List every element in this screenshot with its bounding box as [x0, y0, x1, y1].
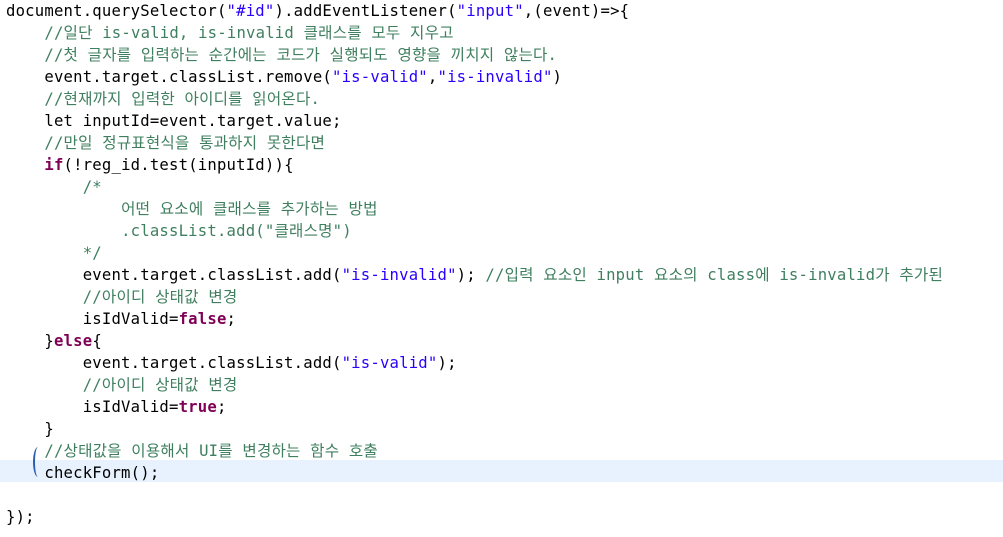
code-line[interactable]: /* [6, 176, 102, 198]
comment-token: //아이디 상태값 변경 [82, 376, 238, 394]
code-token: ).addEventListener( [274, 2, 457, 20]
keyword-token: if [44, 156, 64, 174]
code-token: ); [437, 354, 457, 372]
keyword-token: true [178, 398, 217, 416]
code-line[interactable]: //상태값을 이용해서 UI를 변경하는 함수 호출 [6, 440, 378, 462]
code-token: (!reg_id.test(inputId)){ [63, 156, 294, 174]
code-token: checkForm(); [6, 464, 160, 482]
code-line[interactable]: event.target.classList.add("is-valid"); [6, 352, 457, 374]
code-line[interactable]: .classList.add("클래스명") [6, 220, 352, 242]
code-line[interactable]: //만일 정규표현식을 통과하지 못한다면 [6, 132, 325, 154]
comment-token: //아이디 상태값 변경 [82, 288, 238, 306]
code-line[interactable]: event.target.classList.add("is-invalid")… [6, 264, 943, 286]
code-token: ) [552, 68, 563, 86]
code-token: let inputId=event.target.value; [6, 112, 342, 130]
code-token: { [92, 332, 102, 350]
string-token: "#id" [226, 2, 275, 20]
code-token: }); [6, 508, 35, 526]
code-token: document.querySelector( [6, 2, 227, 20]
code-line[interactable]: }); [6, 506, 35, 528]
keyword-token: else [53, 332, 93, 350]
string-token: "is-valid" [332, 68, 428, 86]
comment-token: //입력 요소인 input 요소의 class에 is-invalid가 추가… [485, 266, 943, 284]
code-token: event.target.classList.add( [6, 354, 342, 372]
code-line[interactable]: checkForm(); [6, 462, 159, 484]
code-line[interactable]: //일단 is-valid, is-invalid 클래스를 모두 지우고 [6, 22, 454, 44]
code-line[interactable]: if(!reg_id.test(inputId)){ [6, 154, 294, 176]
code-editor[interactable]: document.querySelector("#id").addEventLi… [0, 0, 1003, 537]
code-line[interactable]: } [6, 418, 54, 440]
code-token: } [6, 420, 54, 438]
code-line[interactable]: event.target.classList.remove("is-valid"… [6, 66, 562, 88]
comment-token: 어떤 요소에 클래스를 추가하는 방법 [121, 200, 378, 218]
code-token: ; [226, 310, 237, 328]
keyword-token: false [178, 310, 227, 328]
code-line[interactable]: isIdValid=false; [6, 308, 236, 330]
code-line[interactable]: */ [6, 242, 102, 264]
code-token: } [6, 332, 54, 350]
comment-token: //상태값을 이용해서 UI를 변경하는 함수 호출 [44, 442, 378, 460]
code-line[interactable]: isIdValid=true; [6, 396, 227, 418]
code-token: event.target.classList.remove( [6, 68, 332, 86]
string-token: "input" [456, 2, 524, 20]
code-token: ,(event)=>{ [523, 2, 630, 20]
code-line[interactable]: //아이디 상태값 변경 [6, 286, 238, 308]
code-line[interactable]: 어떤 요소에 클래스를 추가하는 방법 [6, 198, 378, 220]
string-token: "is-valid" [341, 354, 438, 372]
code-token: isIdValid= [6, 398, 179, 416]
code-token: ); [456, 266, 486, 284]
comment-token: //현재까지 입력한 아이디를 읽어온다. [44, 90, 321, 108]
string-token: "is-invalid" [341, 266, 457, 284]
comment-token: */ [82, 244, 102, 262]
string-token: "is-invalid" [437, 68, 553, 86]
comment-token: //첫 글자를 입력하는 순간에는 코드가 실행되도 영향을 끼치지 않는다. [44, 46, 558, 64]
comment-token: /* [82, 178, 102, 196]
code-line[interactable]: document.querySelector("#id").addEventLi… [6, 0, 629, 22]
code-line[interactable]: //현재까지 입력한 아이디를 읽어온다. [6, 88, 320, 110]
code-line[interactable]: //아이디 상태값 변경 [6, 374, 238, 396]
code-line[interactable]: let inputId=event.target.value; [6, 110, 342, 132]
code-line[interactable]: }else{ [6, 330, 102, 352]
comment-token: //일단 is-valid, is-invalid 클래스를 모두 지우고 [44, 24, 454, 42]
code-line[interactable]: //첫 글자를 입력하는 순간에는 코드가 실행되도 영향을 끼치지 않는다. [6, 44, 557, 66]
code-token: isIdValid= [6, 310, 179, 328]
comment-token: .classList.add("클래스명") [121, 222, 352, 240]
code-token: event.target.classList.add( [6, 266, 342, 284]
comment-token: //만일 정규표현식을 통과하지 못한다면 [44, 134, 326, 152]
code-token: ; [216, 398, 227, 416]
